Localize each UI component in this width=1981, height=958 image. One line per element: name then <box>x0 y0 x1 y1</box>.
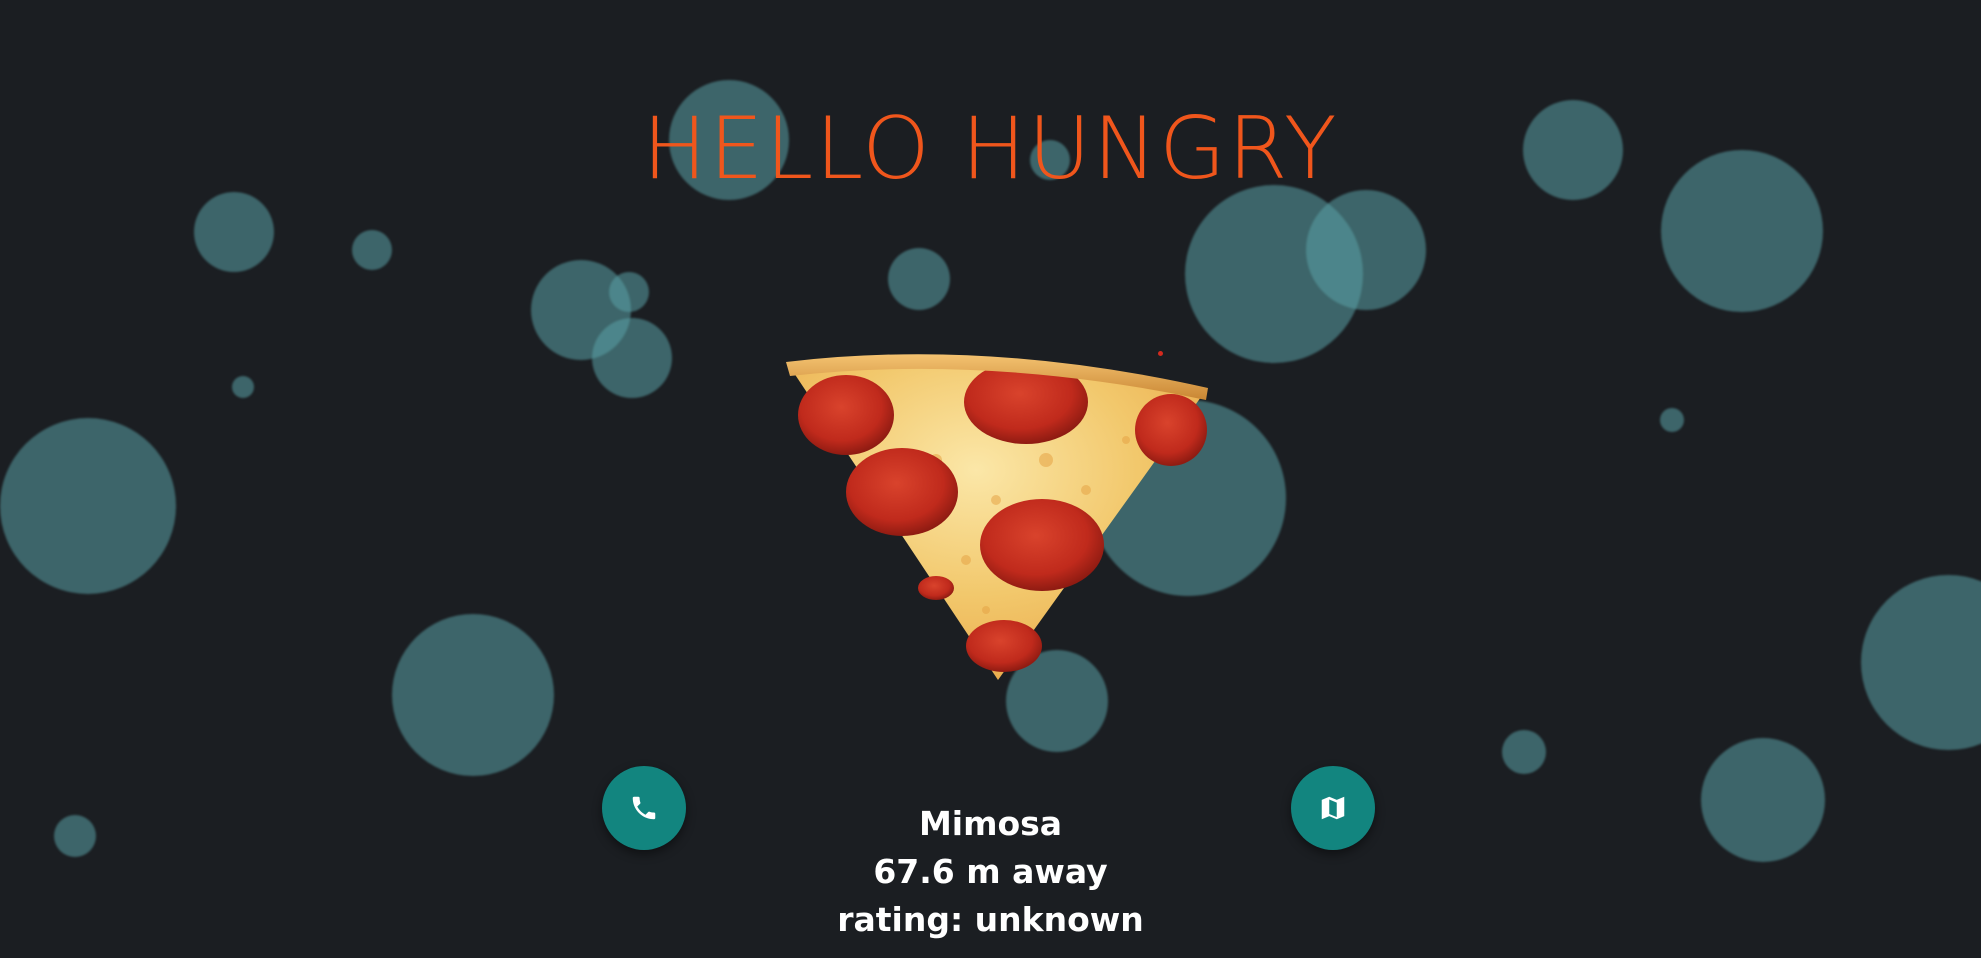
bubble <box>1502 730 1546 774</box>
bubble <box>0 418 176 594</box>
bubble <box>194 192 274 272</box>
bubble <box>609 272 649 312</box>
bubble <box>352 230 392 270</box>
bubble <box>592 318 672 398</box>
bubble <box>1660 408 1684 432</box>
app-screen: HELLO HUNGRY Mimosa 67.6 m away rating: … <box>0 0 1981 958</box>
place-rating: rating: unknown <box>837 900 1144 939</box>
place-info: Mimosa 67.6 m away rating: unknown <box>0 800 1981 944</box>
bubble <box>1861 575 1981 750</box>
place-name: Mimosa <box>918 804 1063 843</box>
bubble <box>392 614 554 776</box>
bubble <box>1306 190 1426 310</box>
place-distance: 67.6 m away <box>873 852 1108 891</box>
page-title: HELLO HUNGRY <box>642 99 1339 199</box>
bubble <box>232 376 254 398</box>
bubble <box>888 248 950 310</box>
pizza-slice-image <box>786 350 1208 682</box>
